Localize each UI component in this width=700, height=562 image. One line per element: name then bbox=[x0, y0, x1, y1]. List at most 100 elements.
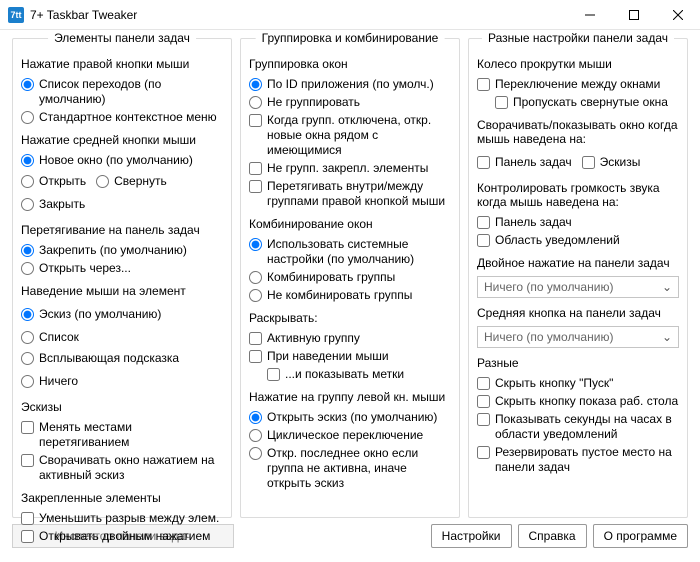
taskbar-items-group: Элементы панели задач Нажатие правой кно… bbox=[12, 38, 232, 518]
mr-thumbs-label: Эскизы bbox=[600, 155, 641, 170]
wheel-switch-checkbox[interactable] bbox=[477, 78, 490, 91]
group-whenoff-checkbox[interactable] bbox=[249, 114, 262, 127]
wheel-skip-label: Пропускать свернутые окна bbox=[513, 95, 668, 110]
volume-title: Контролировать громкость звука когда мыш… bbox=[477, 181, 679, 209]
decombine-hover-label: При наведении мыши bbox=[267, 349, 389, 364]
pinned-dblclick-checkbox[interactable] bbox=[21, 530, 34, 543]
group-dont-radio[interactable] bbox=[249, 96, 262, 109]
middle-click-minimize-radio[interactable] bbox=[96, 175, 109, 188]
combine-yes-radio[interactable] bbox=[249, 271, 262, 284]
lc-thumb-radio[interactable] bbox=[249, 411, 262, 424]
right-click-jumplist-radio[interactable] bbox=[21, 78, 34, 91]
drag-openwith-radio[interactable] bbox=[21, 262, 34, 275]
thumbs-drag-label: Менять местами перетягиванием bbox=[39, 420, 223, 450]
decombine-labels-checkbox[interactable] bbox=[267, 368, 280, 381]
vol-tray-label: Область уведомлений bbox=[495, 233, 620, 248]
drag-openwith-label: Открыть через... bbox=[39, 261, 131, 276]
combine-no-radio[interactable] bbox=[249, 289, 262, 302]
wheel-switch-label: Переключение между окнами bbox=[495, 77, 660, 92]
dblclick-select[interactable]: Ничего (по умолчанию) ⌄ bbox=[477, 276, 679, 298]
dblclick-title: Двойное нажатие на панели задач bbox=[477, 256, 679, 270]
misc-reserve-checkbox[interactable] bbox=[477, 446, 490, 459]
mr-taskbar-checkbox[interactable] bbox=[477, 156, 490, 169]
group-legend: Разные настройки панели задач bbox=[482, 31, 674, 45]
hover-nothing-radio[interactable] bbox=[21, 375, 34, 388]
hover-nothing-label: Ничего bbox=[39, 374, 78, 389]
group-dragbetween-label: Перетягивать внутри/между группами право… bbox=[267, 179, 451, 209]
combine-system-label: Использовать системные настройки (по умо… bbox=[267, 237, 451, 267]
titlebar: 7tt 7+ Taskbar Tweaker bbox=[0, 0, 700, 30]
right-click-stdmenu-label: Стандартное контекстное меню bbox=[39, 110, 217, 125]
group-whenoff-label: Когда групп. отключена, откр. новые окна… bbox=[267, 113, 451, 158]
middle-click-close-label: Закрыть bbox=[39, 197, 85, 212]
middle-click-title: Нажатие средней кнопки мыши bbox=[21, 133, 223, 147]
decombine-title: Раскрывать: bbox=[249, 311, 451, 325]
middle-click-minimize-label: Свернуть bbox=[114, 174, 167, 189]
hover-tooltip-label: Всплывающая подсказка bbox=[39, 351, 179, 366]
middle-click-close-radio[interactable] bbox=[21, 198, 34, 211]
combine-yes-label: Комбинировать группы bbox=[267, 270, 395, 285]
dblclick-value: Ничего (по умолчанию) bbox=[484, 280, 613, 294]
drag-pin-radio[interactable] bbox=[21, 244, 34, 257]
misc-title: Разные bbox=[477, 356, 679, 370]
vol-taskbar-checkbox[interactable] bbox=[477, 216, 490, 229]
group-legend: Элементы панели задач bbox=[48, 31, 196, 45]
decombine-hover-checkbox[interactable] bbox=[249, 350, 262, 363]
group-dont-label: Не группировать bbox=[267, 95, 360, 110]
hover-tooltip-radio[interactable] bbox=[21, 352, 34, 365]
misc-hidedesktop-checkbox[interactable] bbox=[477, 395, 490, 408]
lc-thumb-label: Открыть эскиз (по умолчанию) bbox=[267, 410, 437, 425]
thumbs-minimize-checkbox[interactable] bbox=[21, 454, 34, 467]
drag-pin-label: Закрепить (по умолчанию) bbox=[39, 243, 187, 258]
group-appid-label: По ID приложения (по умолч.) bbox=[267, 77, 434, 92]
group-dontpinned-label: Не групп. закрепл. элементы bbox=[267, 161, 428, 176]
minimize-button[interactable] bbox=[568, 0, 612, 29]
hover-list-radio[interactable] bbox=[21, 331, 34, 344]
vol-tray-checkbox[interactable] bbox=[477, 234, 490, 247]
group-dontpinned-checkbox[interactable] bbox=[249, 162, 262, 175]
group-appid-radio[interactable] bbox=[249, 78, 262, 91]
thumbs-drag-checkbox[interactable] bbox=[21, 421, 34, 434]
thumbs-minimize-label: Сворачивать окно нажатием на активный эс… bbox=[39, 453, 223, 483]
misc-settings-group: Разные настройки панели задач Колесо про… bbox=[468, 38, 688, 518]
middle-click-open-radio[interactable] bbox=[21, 175, 34, 188]
chevron-down-icon: ⌄ bbox=[662, 330, 672, 344]
middle-click-newwin-radio[interactable] bbox=[21, 154, 34, 167]
pinned-title: Закрепленные элементы bbox=[21, 491, 223, 505]
mr-thumbs-checkbox[interactable] bbox=[582, 156, 595, 169]
mr-taskbar-label: Панель задач bbox=[495, 155, 572, 170]
maximize-button[interactable] bbox=[612, 0, 656, 29]
middle-click-open-label: Открыть bbox=[39, 174, 86, 189]
about-button[interactable]: О программе bbox=[593, 524, 688, 548]
lc-last-radio[interactable] bbox=[249, 447, 262, 460]
hover-title: Наведение мыши на элемент bbox=[21, 284, 223, 298]
pinned-gap-checkbox[interactable] bbox=[21, 512, 34, 525]
wheel-skip-checkbox[interactable] bbox=[495, 96, 508, 109]
lc-cycle-radio[interactable] bbox=[249, 429, 262, 442]
minrestore-title: Сворачивать/показывать окно когда мышь н… bbox=[477, 118, 679, 146]
midclick-select[interactable]: Ничего (по умолчанию) ⌄ bbox=[477, 326, 679, 348]
window-title: 7+ Taskbar Tweaker bbox=[30, 8, 568, 22]
misc-seconds-label: Показывать секунды на часах в области ув… bbox=[495, 412, 679, 442]
app-icon: 7tt bbox=[8, 7, 24, 23]
settings-button[interactable]: Настройки bbox=[431, 524, 512, 548]
combine-no-label: Не комбинировать группы bbox=[267, 288, 412, 303]
combine-system-radio[interactable] bbox=[249, 238, 262, 251]
close-button[interactable] bbox=[656, 0, 700, 29]
pinned-gap-label: Уменьшить разрыв между элем. bbox=[39, 511, 219, 526]
misc-hidestart-checkbox[interactable] bbox=[477, 377, 490, 390]
combining-title: Комбинирование окон bbox=[249, 217, 451, 231]
right-click-jumplist-label: Список переходов (по умолчанию) bbox=[39, 77, 223, 107]
right-click-stdmenu-radio[interactable] bbox=[21, 111, 34, 124]
grouping-combining-group: Группировка и комбинирование Группировка… bbox=[240, 38, 460, 518]
pinned-dblclick-label: Открывать двойным нажатием bbox=[39, 529, 210, 544]
misc-seconds-checkbox[interactable] bbox=[477, 413, 490, 426]
group-dragbetween-checkbox[interactable] bbox=[249, 180, 262, 193]
middle-click-newwin-label: Новое окно (по умолчанию) bbox=[39, 153, 193, 168]
lc-cycle-label: Циклическое переключение bbox=[267, 428, 423, 443]
decombine-active-checkbox[interactable] bbox=[249, 332, 262, 345]
help-button[interactable]: Справка bbox=[518, 524, 587, 548]
midclick-title: Средняя кнопка на панели задач bbox=[477, 306, 679, 320]
misc-hidedesktop-label: Скрыть кнопку показа раб. стола bbox=[495, 394, 678, 409]
hover-thumb-radio[interactable] bbox=[21, 308, 34, 321]
